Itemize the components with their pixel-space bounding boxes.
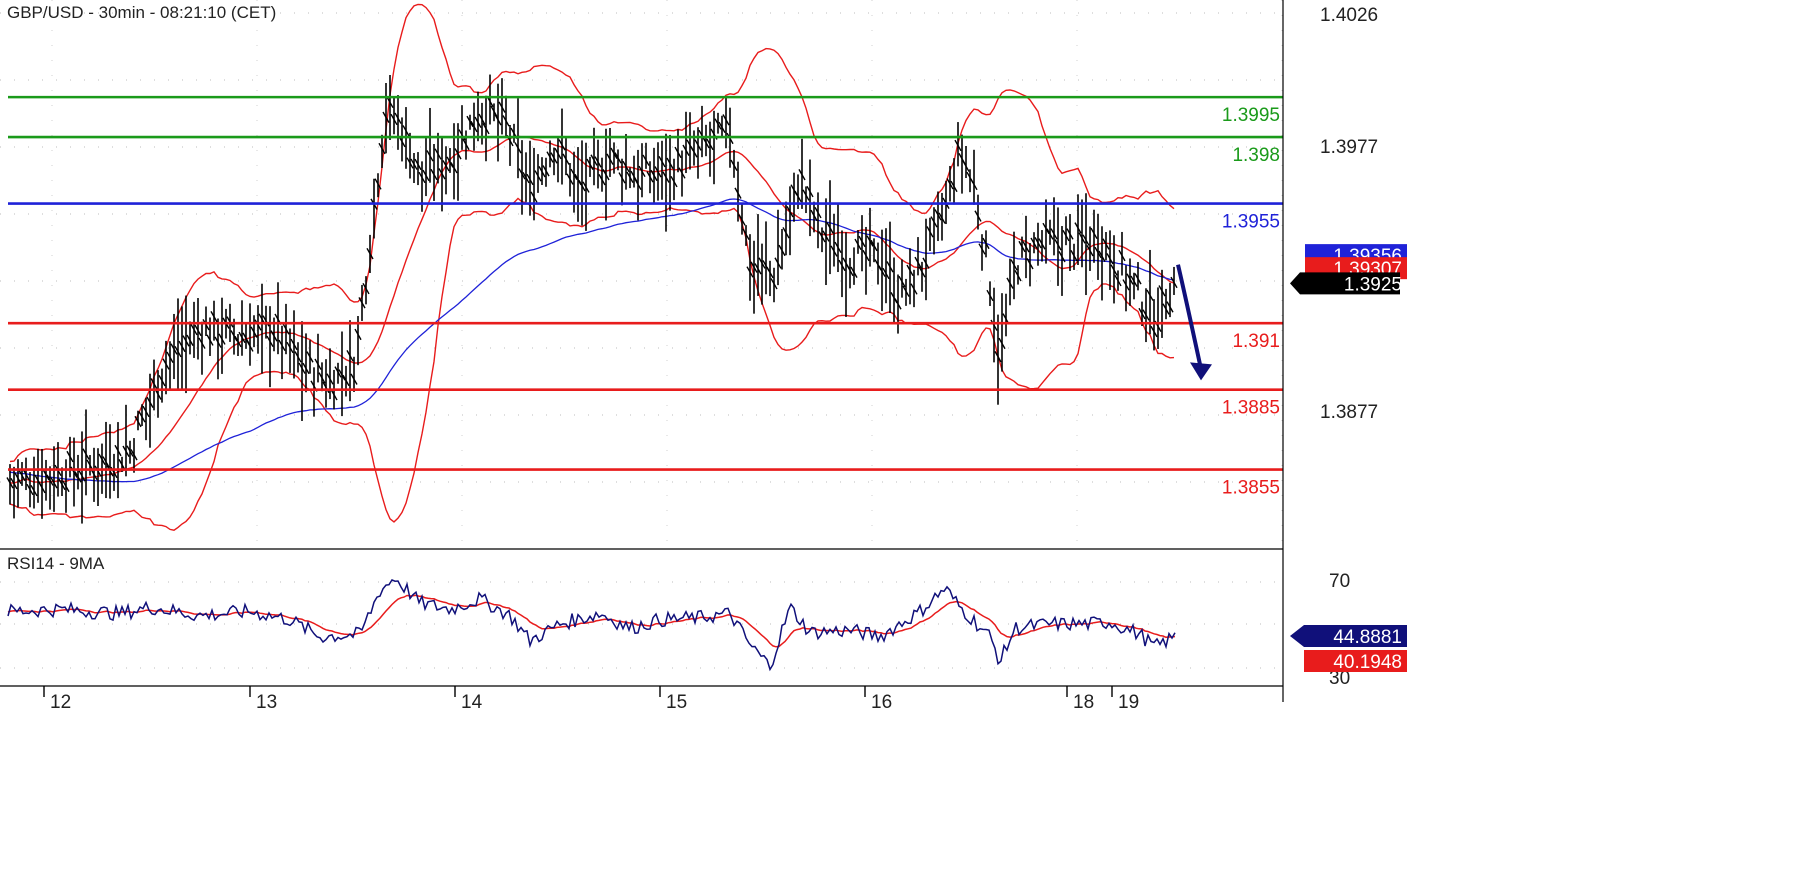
gbpusd-chart: 1.3995 1.398 1.3955 1.391 1.3885 1.3855 GBP/U… — [0, 0, 1407, 713]
rsi-tag-label: 40.1948 — [1333, 652, 1402, 673]
price-tick-label: 1.3977 — [1320, 137, 1378, 158]
price-tick-label: 1.3877 — [1320, 402, 1378, 423]
time-label: 14 — [461, 692, 483, 713]
level-label: 1.3885 — [1222, 398, 1280, 419]
rsi-ma-line — [7, 594, 1176, 648]
bollinger-upper — [9, 3, 1175, 463]
bollinger-lower — [9, 197, 1175, 531]
time-label: 13 — [256, 692, 277, 713]
price-bars — [6, 74, 1178, 524]
chart-title: GBP/USD - 30min - 08:21:10 (CET) — [7, 3, 276, 22]
rsi-value-tags: 44.8881 40.1948 — [1290, 625, 1407, 673]
time-label: 16 — [871, 692, 892, 713]
forecast-arrow-head — [1190, 362, 1212, 381]
price-grid — [0, 0, 1283, 549]
time-label: 15 — [666, 692, 687, 713]
forecast-arrow-shaft — [1176, 264, 1202, 365]
rsi-panel: RSI14 - 9MA 70 50 30 44.888140.1948 — [0, 554, 1407, 689]
rsi-tick-label: 70 — [1329, 571, 1350, 592]
time-label: 18 — [1073, 692, 1094, 713]
level-label: 1.391 — [1232, 331, 1280, 352]
price-tick-label: 1.4026 — [1320, 5, 1378, 26]
level-label: 1.3995 — [1222, 105, 1280, 126]
rsi-line — [7, 578, 1176, 672]
moving-average-line — [9, 198, 1175, 483]
bollinger-mid — [9, 135, 1175, 484]
level-label: 1.3855 — [1222, 478, 1280, 499]
bollinger-bands — [9, 3, 1175, 531]
time-label: 19 — [1118, 692, 1139, 713]
current-price-tags: 1.393561.393071.3925 — [1290, 244, 1407, 295]
time-axis: 12 13 14 15 16 18 19 — [43, 686, 1139, 713]
level-label: 1.398 — [1232, 145, 1280, 166]
level-label: 1.3955 — [1222, 212, 1280, 233]
price-panel: 1.3995 1.398 1.3955 1.391 1.3885 1.3855 GBP/U… — [0, 0, 1283, 549]
price-tag-label: 1.3925 — [1344, 274, 1402, 295]
price-axis: 1.4026 1.3977 1.3877 — [1320, 5, 1378, 423]
rsi-tag-label: 44.8881 — [1333, 627, 1402, 648]
time-label: 12 — [50, 692, 71, 713]
rsi-title: RSI14 - 9MA — [7, 554, 105, 573]
